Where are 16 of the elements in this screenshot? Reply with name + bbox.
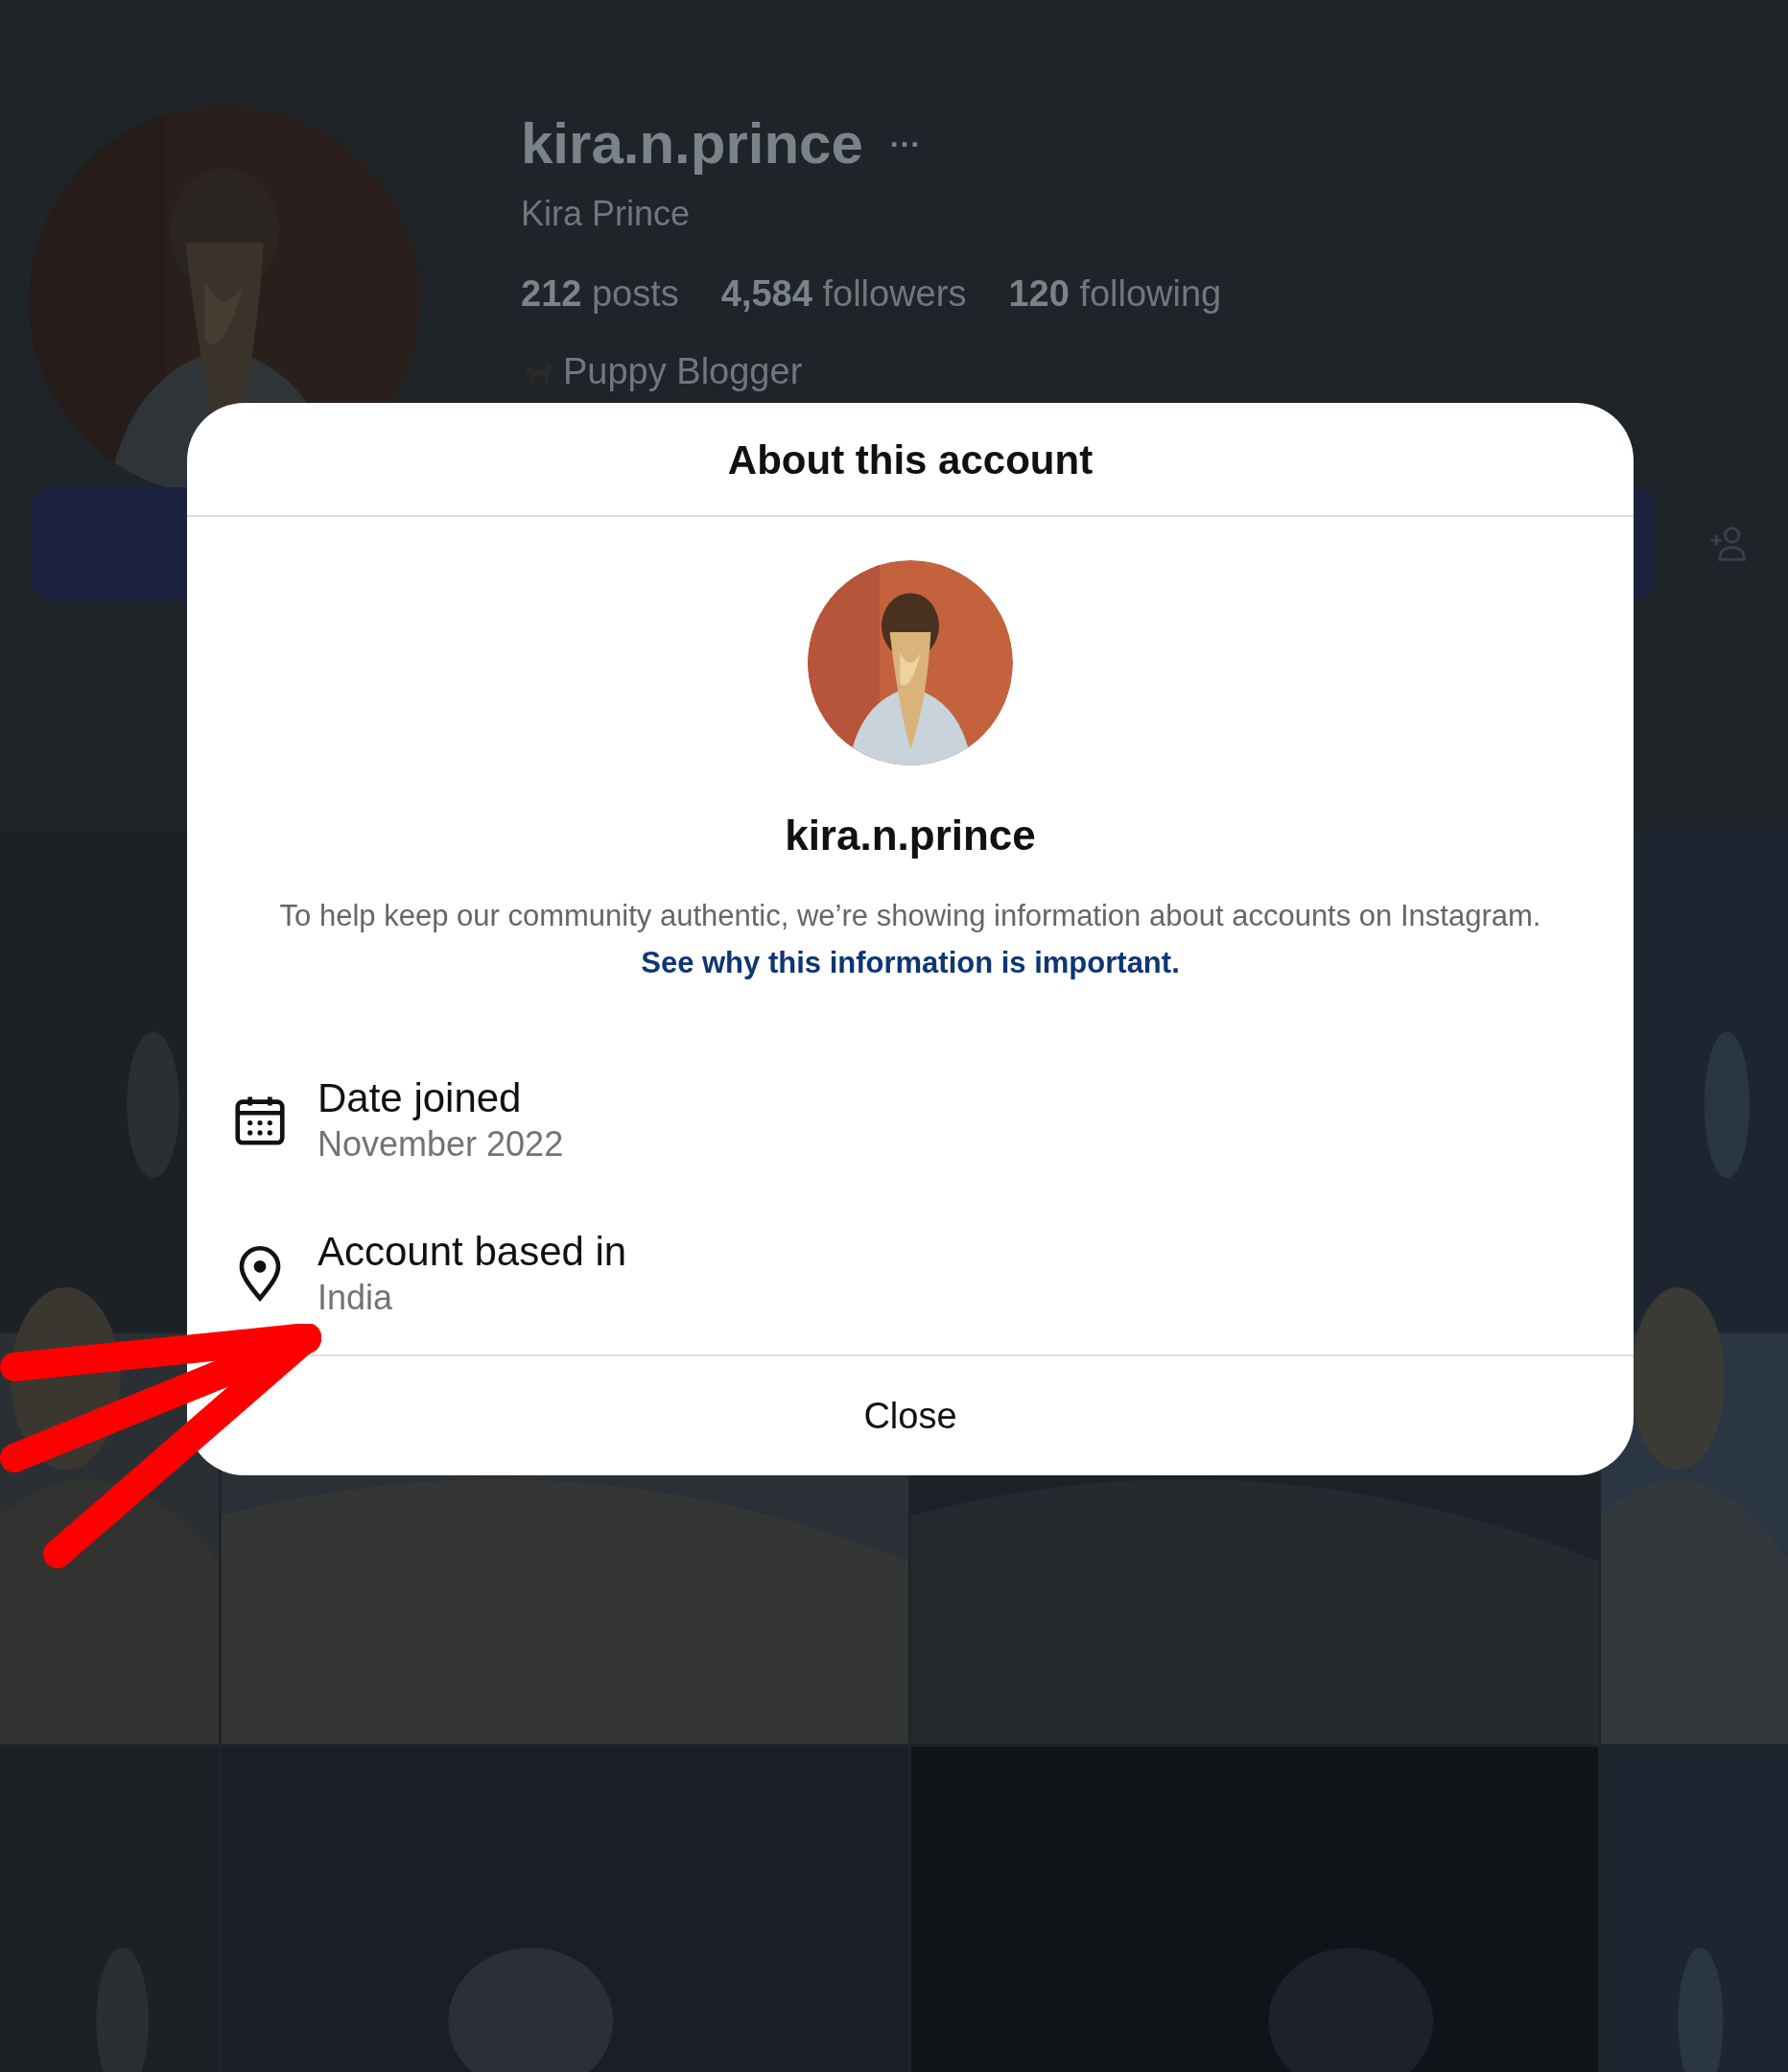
detail-label: Date joined [318,1074,523,1122]
info-description: To help keep our community authentic, we’re showing information about accounts on Instagram. See why this information is important. [278,898,1542,981]
detail-value: November 2022 [318,1123,564,1166]
info-link[interactable]: See why this information is important. [641,946,1180,979]
detail-value: India [318,1277,394,1319]
profile-stat: 120 following [1008,272,1222,316]
more-options-button[interactable]: ··· [889,129,921,159]
profile-username: kira.n.prince [521,110,863,177]
account-username: kira.n.prince [785,811,1036,860]
profile-stat: 212 posts [521,272,679,316]
profile-stat: 4,584 followers [720,272,967,316]
profile-full-name: Kira Prince [521,193,692,235]
profile-bio: Puppy Blogger [563,350,803,393]
detail-label: Account based in [318,1228,627,1276]
close-button[interactable]: Close [718,1356,1102,1475]
dialog-title: About this account [727,436,1094,484]
